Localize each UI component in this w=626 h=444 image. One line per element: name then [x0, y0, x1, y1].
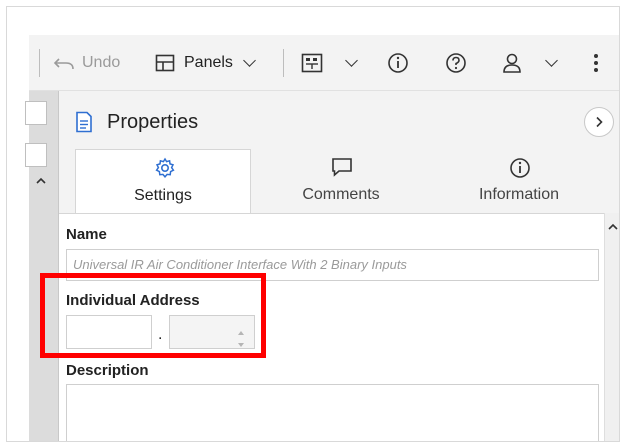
toolbar-separator — [39, 49, 40, 77]
tab-comments[interactable]: Comments — [253, 149, 429, 215]
panels-label: Panels — [184, 54, 233, 71]
chevron-right-icon — [596, 116, 603, 128]
scroll-up-arrow[interactable] — [35, 173, 47, 191]
left-dock-strip — [25, 91, 59, 441]
app-window: Undo Panels Properties Settings Comments… — [6, 6, 620, 442]
workspace-icon — [301, 53, 323, 73]
undo-label: Undo — [82, 54, 121, 71]
chevron-down-icon — [345, 54, 358, 67]
panels-button[interactable]: Panels — [155, 35, 256, 91]
comment-icon — [331, 157, 353, 182]
panels-icon — [155, 54, 175, 72]
undo-button[interactable]: Undo — [53, 35, 120, 91]
scroll-up-arrow[interactable] — [607, 219, 619, 237]
workspace-button[interactable] — [301, 35, 323, 91]
account-button[interactable] — [501, 35, 523, 91]
user-icon — [501, 52, 523, 74]
description-label: Description — [66, 362, 149, 379]
info-icon — [387, 52, 409, 74]
highlight-box — [40, 273, 266, 358]
toolbar: Undo Panels — [29, 35, 619, 91]
chevron-down-icon — [545, 54, 558, 67]
help-icon — [445, 52, 467, 74]
expand-panel-button[interactable] — [584, 107, 614, 137]
collapsed-panel-tab[interactable] — [25, 143, 47, 167]
info-button[interactable] — [387, 35, 409, 91]
document-icon — [75, 111, 93, 138]
properties-panel: Properties Settings Comments Information — [59, 91, 619, 441]
description-textarea[interactable] — [66, 384, 599, 441]
account-dropdown[interactable] — [545, 35, 558, 91]
help-button[interactable] — [445, 35, 467, 91]
chevron-down-icon — [243, 54, 256, 67]
content-scrollbar[interactable] — [604, 213, 619, 441]
tab-comments-label: Comments — [302, 186, 380, 203]
collapsed-panel-tab[interactable] — [25, 101, 47, 125]
gear-icon — [154, 157, 176, 184]
tab-information[interactable]: Information — [431, 149, 607, 215]
info-icon — [509, 157, 531, 184]
workspace-dropdown[interactable] — [345, 35, 358, 91]
tab-settings[interactable]: Settings — [75, 149, 251, 215]
more-vertical-icon — [593, 53, 599, 73]
undo-icon — [53, 55, 75, 71]
tab-information-label: Information — [478, 186, 560, 203]
panel-title: Properties — [107, 111, 199, 133]
toolbar-separator — [283, 49, 284, 77]
more-button[interactable] — [593, 35, 599, 91]
tab-settings-label: Settings — [134, 187, 192, 204]
name-label: Name — [66, 226, 107, 243]
